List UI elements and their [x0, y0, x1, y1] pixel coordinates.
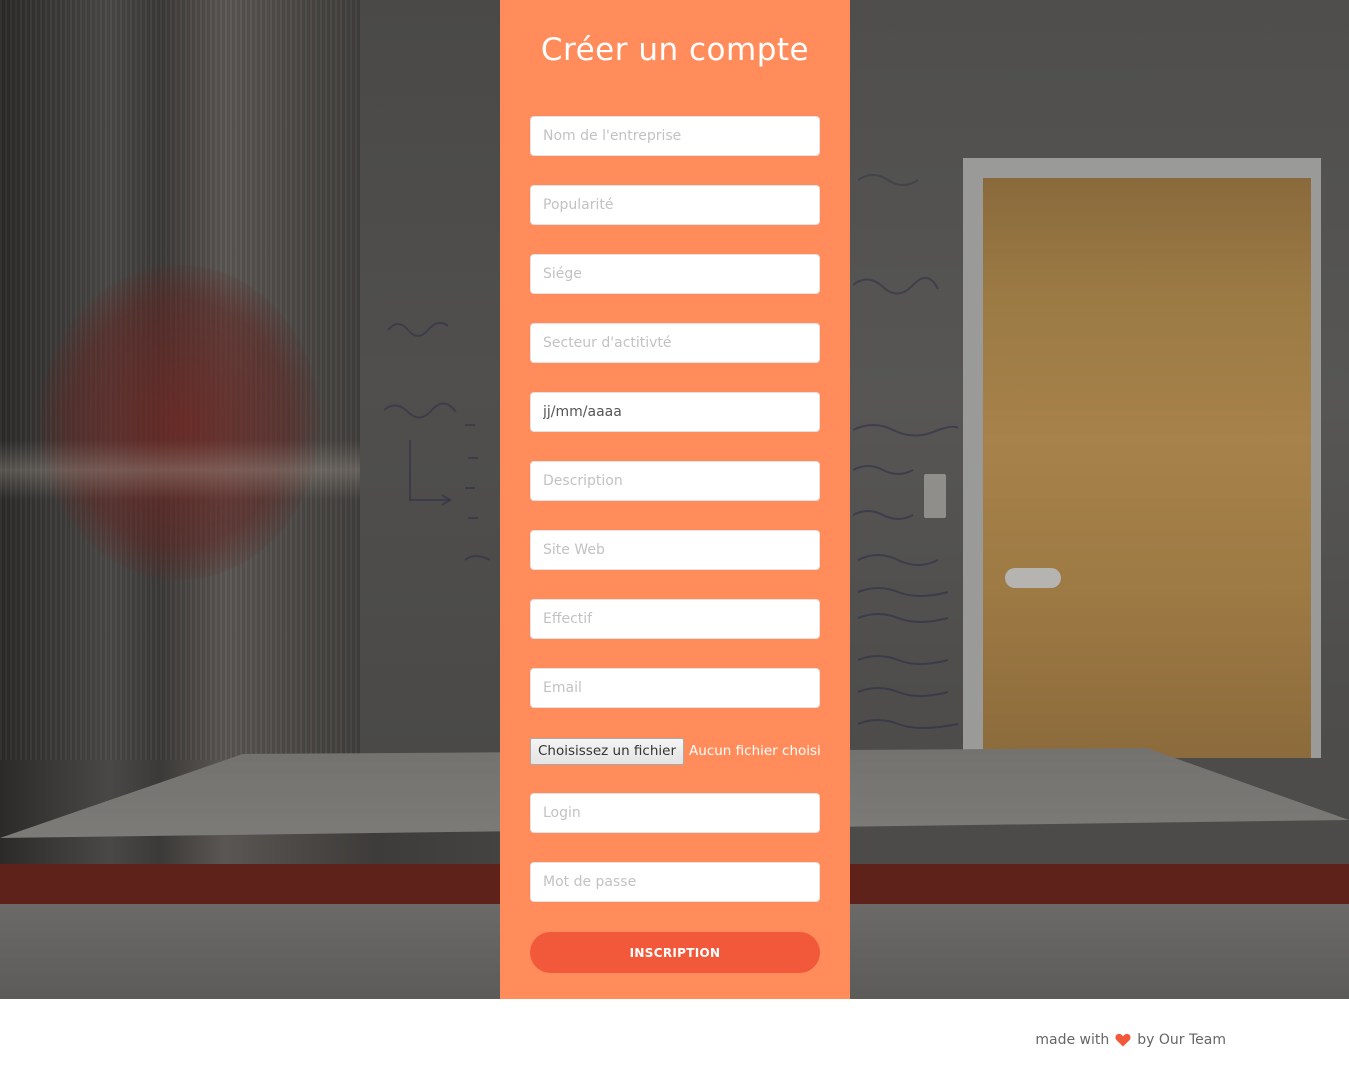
date-input[interactable]: [530, 392, 820, 432]
file-status-label: Aucun fichier choisi: [689, 743, 821, 759]
footer-credit: made with by Our Team: [1035, 1032, 1226, 1048]
heart-icon: [1115, 1033, 1131, 1047]
footer: made with by Our Team: [0, 999, 1349, 1084]
password-input[interactable]: [530, 862, 820, 902]
page-title: Créer un compte: [540, 32, 810, 68]
company-name-input[interactable]: [530, 116, 820, 156]
signup-panel: Créer un compte Choisissez un fichier Au…: [500, 0, 850, 999]
description-input[interactable]: [530, 461, 820, 501]
website-input[interactable]: [530, 530, 820, 570]
popularity-input[interactable]: [530, 185, 820, 225]
login-input[interactable]: [530, 793, 820, 833]
sector-input[interactable]: [530, 323, 820, 363]
background-whiteboard-scribbles-right: [852, 174, 959, 729]
headcount-input[interactable]: [530, 599, 820, 639]
background-door-handle: [1005, 568, 1061, 588]
background-red-shape: [40, 265, 320, 580]
background-whiteboard-scribbles-left: [383, 321, 491, 561]
file-upload: Choisissez un fichier Aucun fichier choi…: [530, 737, 840, 765]
footer-by-team: by Our Team: [1137, 1032, 1226, 1048]
choose-file-button[interactable]: Choisissez un fichier: [530, 737, 685, 765]
headquarters-input[interactable]: [530, 254, 820, 294]
footer-made-with: made with: [1035, 1032, 1110, 1048]
email-input[interactable]: [530, 668, 820, 708]
signup-submit-button[interactable]: INSCRIPTION: [530, 932, 820, 973]
background-door: [983, 178, 1311, 758]
